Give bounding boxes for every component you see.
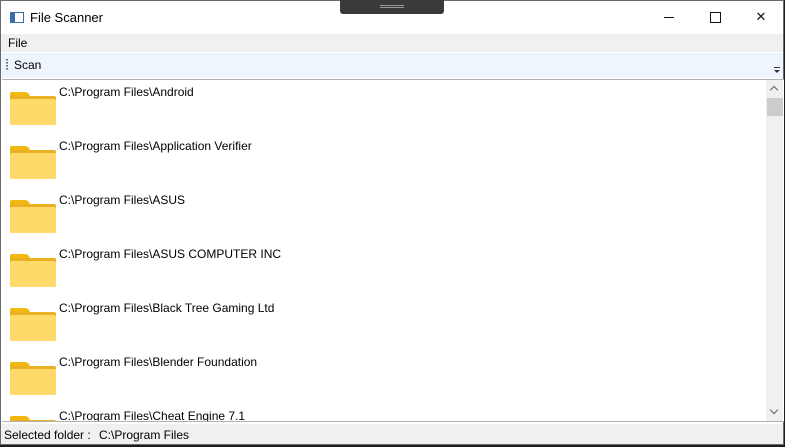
status-label: Selected folder : xyxy=(4,428,91,442)
scan-button[interactable]: Scan xyxy=(14,58,41,72)
selected-folder-value: C:\Program Files xyxy=(99,428,190,442)
window-title: File Scanner xyxy=(30,10,103,25)
toolbar-grip-icon[interactable] xyxy=(6,59,8,71)
close-button[interactable]: ✕ xyxy=(738,1,784,34)
folder-icon xyxy=(10,362,56,395)
folder-list-item[interactable]: C:\Program Files\ASUS COMPUTER INC xyxy=(2,242,764,296)
close-icon: ✕ xyxy=(755,10,767,25)
folder-path: C:\Program Files\ASUS COMPUTER INC xyxy=(59,247,282,261)
snap-layout-handle[interactable] xyxy=(340,0,444,14)
folder-path: C:\Program Files\ASUS xyxy=(59,193,186,207)
toolbar-overflow-icon[interactable] xyxy=(774,67,781,74)
folder-list-item[interactable]: C:\Program Files\Blender Foundation xyxy=(2,350,764,404)
folder-list-item[interactable]: C:\Program Files\Android xyxy=(2,80,764,134)
scroll-thumb[interactable] xyxy=(767,98,783,116)
folder-path: C:\Program Files\Cheat Engine 7.1 xyxy=(59,409,246,421)
folder-icon xyxy=(10,254,56,287)
minimize-icon xyxy=(664,17,674,18)
folder-list-item[interactable]: C:\Program Files\Application Verifier xyxy=(2,134,764,188)
folder-icon xyxy=(10,308,56,341)
status-bar: Selected folder : C:\Program Files xyxy=(1,424,783,444)
minimize-button[interactable] xyxy=(646,1,692,34)
folder-list[interactable]: C:\Program Files\Android C:\Program Files… xyxy=(2,80,764,421)
folder-path: C:\Program Files\Application Verifier xyxy=(59,139,252,153)
scroll-up-icon[interactable] xyxy=(766,80,783,97)
app-window-icon xyxy=(10,12,24,23)
maximize-button[interactable] xyxy=(692,1,738,34)
folder-path: C:\Program Files\Black Tree Gaming Ltd xyxy=(59,301,275,315)
maximize-icon xyxy=(709,12,721,23)
folder-list-container: C:\Program Files\Android C:\Program Files… xyxy=(2,79,784,422)
scroll-down-icon[interactable] xyxy=(766,404,783,421)
menu-item-file[interactable]: File xyxy=(8,36,27,50)
folder-list-item[interactable]: C:\Program Files\Cheat Engine 7.1 xyxy=(2,404,764,421)
folder-icon xyxy=(10,200,56,233)
folder-path: C:\Program Files\Android xyxy=(59,85,194,99)
folder-icon xyxy=(10,92,56,125)
toolbar: Scan xyxy=(1,53,783,78)
folder-icon xyxy=(10,146,56,179)
folder-list-item[interactable]: C:\Program Files\Black Tree Gaming Ltd xyxy=(2,296,764,350)
folder-list-item[interactable]: C:\Program Files\ASUS xyxy=(2,188,764,242)
folder-icon xyxy=(10,416,56,421)
menu-bar: File xyxy=(1,34,783,52)
vertical-scrollbar[interactable] xyxy=(766,80,783,421)
file-scanner-window: File Scanner ✕ File Scan C:\Program File… xyxy=(0,0,784,445)
folder-path: C:\Program Files\Blender Foundation xyxy=(59,355,258,369)
